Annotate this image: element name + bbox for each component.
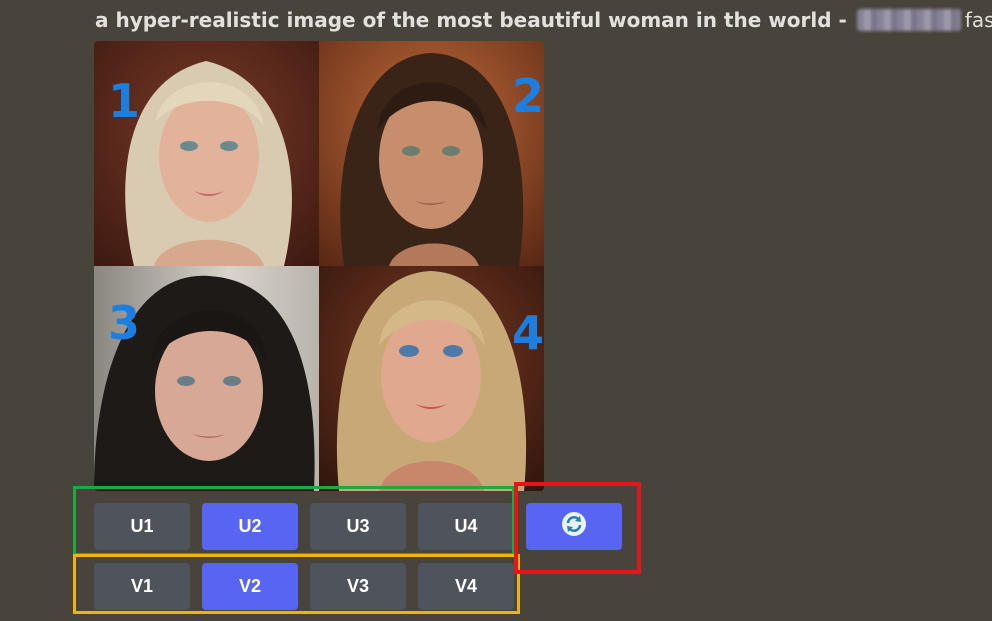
image-2[interactable]: 2: [319, 41, 544, 266]
prompt-text: a hyper-realistic image of the most beau…: [95, 8, 847, 32]
image-number-1: 1: [108, 74, 141, 128]
variation-highlight-box: [73, 554, 520, 614]
image-1[interactable]: 1: [94, 41, 319, 266]
image-4[interactable]: 4: [319, 266, 544, 491]
image-3[interactable]: 3: [94, 266, 319, 491]
prompt-suffix: fast): [964, 8, 992, 32]
image-number-3: 3: [108, 296, 141, 350]
redacted-username: [856, 9, 961, 31]
prompt-line: a hyper-realistic image of the most beau…: [95, 8, 992, 32]
image-number-2: 2: [512, 69, 544, 123]
portrait-4: [319, 266, 544, 491]
image-grid[interactable]: 1 2 3 4: [94, 41, 544, 491]
upscale-highlight-box: [73, 486, 515, 556]
image-number-4: 4: [512, 306, 544, 360]
reroll-highlight-box: [514, 482, 641, 574]
portrait-2: [319, 41, 544, 266]
